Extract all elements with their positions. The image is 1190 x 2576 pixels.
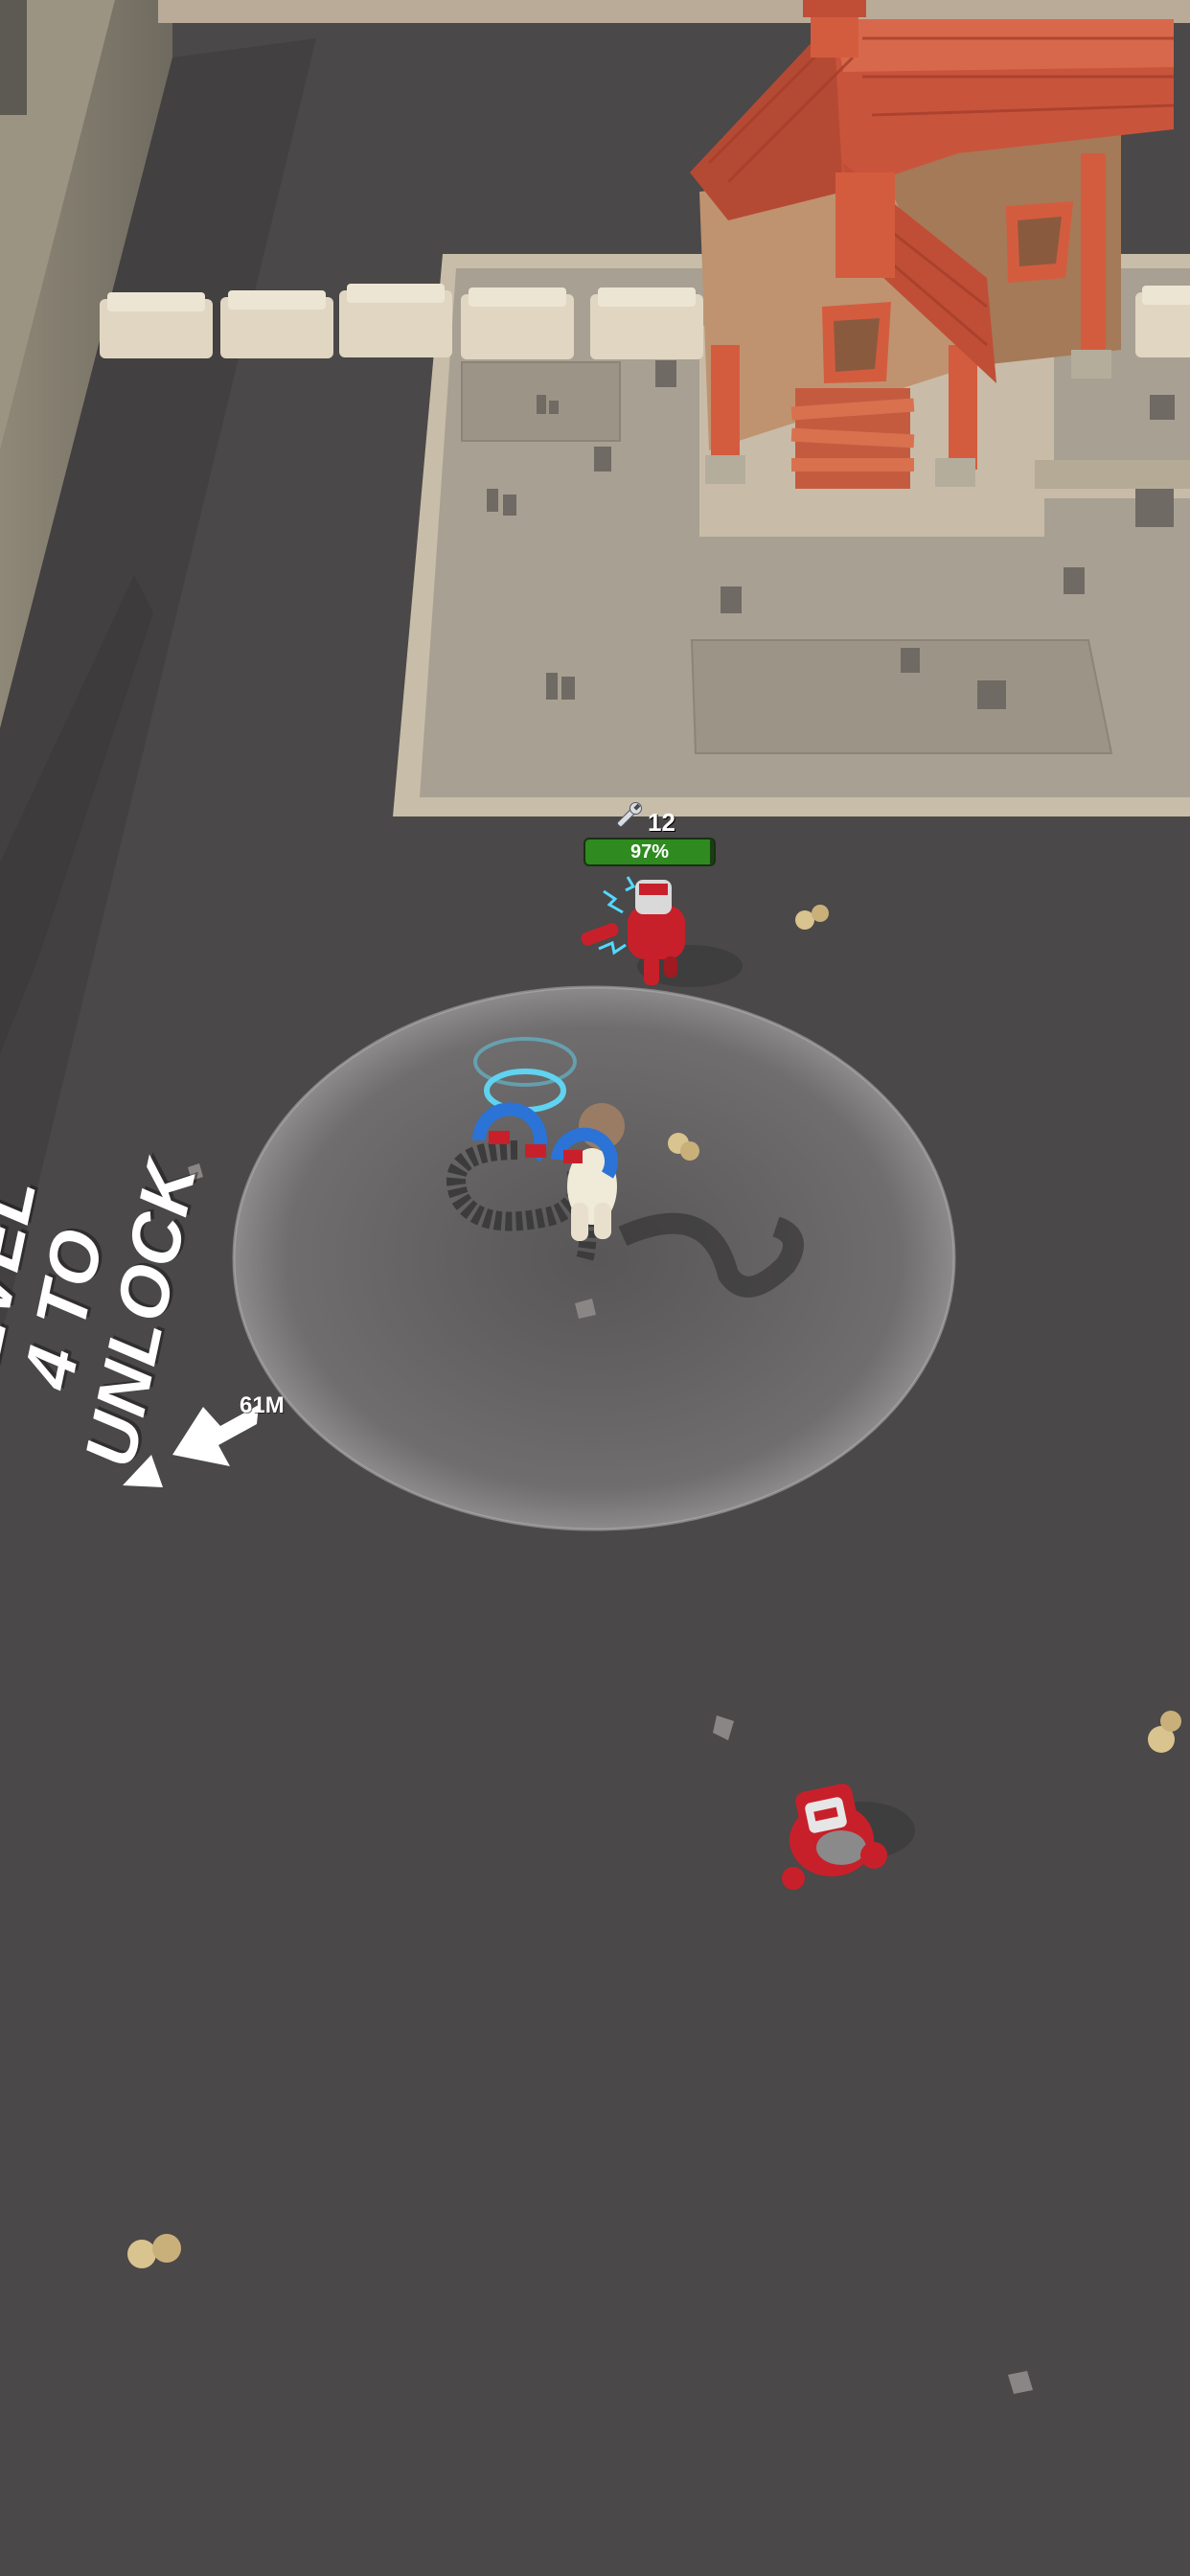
enemy-health-bar: 97%: [584, 838, 716, 866]
enemy-health-percent: 97%: [629, 841, 670, 862]
enemy-level-label: 12: [648, 808, 675, 837]
magnet-range-circle: [232, 985, 956, 1531]
wrench-icon: [617, 802, 642, 827]
target-distance-label: 61M: [240, 1392, 285, 1418]
